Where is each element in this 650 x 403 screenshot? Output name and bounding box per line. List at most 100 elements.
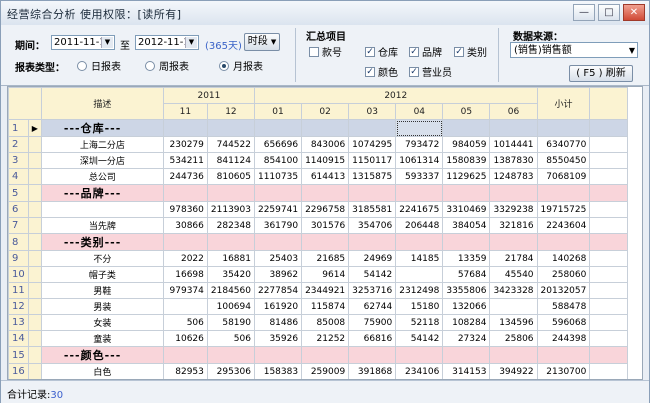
chevron-down-icon[interactable]: ▼ xyxy=(629,43,635,58)
table-cell[interactable]: 16881 xyxy=(206,250,255,267)
row-total[interactable]: 6340770 xyxy=(536,136,591,153)
table-cell[interactable]: 230279 xyxy=(162,136,208,153)
date-to-field[interactable]: 2012-11-10 ▼ xyxy=(135,35,199,50)
row-description[interactable]: 帽子类 xyxy=(40,266,164,283)
checkbox-category-box[interactable]: ✓ xyxy=(454,46,464,57)
table-row[interactable]: 11 男鞋 979374 2184560 2277854 2344921 3253716 23… xyxy=(8,282,629,299)
table-cell[interactable]: 506 xyxy=(206,330,255,347)
table-cell[interactable]: 52118 xyxy=(395,314,444,331)
table-cell[interactable]: 15180 xyxy=(395,298,444,315)
table-row[interactable]: 14 童装 10626 506 35926 21252 66816 54142 27324 258… xyxy=(8,330,629,347)
maximize-button[interactable]: □ xyxy=(598,4,620,21)
table-cell[interactable] xyxy=(442,346,491,364)
table-cell[interactable]: 38962 xyxy=(253,266,303,283)
row-total[interactable]: 258060 xyxy=(536,266,591,283)
table-cell[interactable]: 62744 xyxy=(348,298,397,315)
table-cell[interactable] xyxy=(253,119,303,137)
table-cell[interactable] xyxy=(206,119,255,137)
row-description[interactable]: 女装 xyxy=(40,314,164,331)
row-description[interactable]: 上海二分店 xyxy=(40,136,164,153)
table-cell[interactable]: 3253716 xyxy=(348,282,397,299)
table-cell[interactable]: 2113903 xyxy=(206,201,255,218)
row-description[interactable]: 男装 xyxy=(40,298,164,315)
table-row[interactable]: 3 深圳一分店 534211 841124 854100 1140915 1150117 10… xyxy=(8,152,629,169)
table-cell[interactable] xyxy=(395,346,444,364)
date-from-field[interactable]: 2011-11-12 ▼ xyxy=(51,35,115,50)
table-cell[interactable]: 158383 xyxy=(253,363,303,379)
table-cell[interactable]: 3310469 xyxy=(442,201,491,218)
table-cell[interactable]: 27324 xyxy=(442,330,491,347)
checkbox-color-box[interactable]: ✓ xyxy=(365,66,375,77)
refresh-button[interactable]: ( F5 ) 刷新 xyxy=(569,65,633,82)
source-select[interactable]: (销售)销售额 ▼ xyxy=(510,42,638,58)
table-cell[interactable]: 66816 xyxy=(348,330,397,347)
table-cell[interactable]: 45540 xyxy=(489,266,538,283)
table-row[interactable]: 15 ---颜色--- xyxy=(8,346,629,364)
checkbox-warehouse-box[interactable]: ✓ xyxy=(365,46,375,57)
row-total[interactable]: 7068109 xyxy=(536,168,591,185)
table-cell[interactable]: 2022 xyxy=(162,250,208,267)
table-cell[interactable]: 656696 xyxy=(253,136,303,153)
chevron-down-icon[interactable]: ▼ xyxy=(185,37,197,48)
chevron-down-icon[interactable]: ▼ xyxy=(101,37,113,48)
table-cell[interactable]: 295306 xyxy=(206,363,255,379)
table-cell[interactable]: 57684 xyxy=(442,266,491,283)
checkbox-color[interactable]: ✓ 颜色 xyxy=(365,64,398,79)
table-cell[interactable]: 234106 xyxy=(395,363,444,379)
table-cell[interactable] xyxy=(489,298,538,315)
row-total[interactable]: 596068 xyxy=(536,314,591,331)
row-total[interactable] xyxy=(536,119,591,137)
row-total[interactable]: 588478 xyxy=(536,298,591,315)
table-cell[interactable] xyxy=(395,266,444,283)
table-cell[interactable] xyxy=(348,119,397,137)
table-cell[interactable] xyxy=(253,184,303,202)
table-cell[interactable] xyxy=(253,346,303,364)
table-cell[interactable]: 14185 xyxy=(395,250,444,267)
table-row[interactable]: 16 白色 82953 295306 158383 259009 391868 234106 3… xyxy=(8,363,629,379)
table-cell[interactable]: 25403 xyxy=(253,250,303,267)
table-cell[interactable] xyxy=(489,119,538,137)
table-cell[interactable]: 75900 xyxy=(348,314,397,331)
table-cell[interactable]: 25806 xyxy=(489,330,538,347)
checkbox-brand[interactable]: ✓ 品牌 xyxy=(409,44,442,59)
table-cell[interactable]: 115874 xyxy=(301,298,350,315)
table-cell[interactable]: 2241675 xyxy=(395,201,444,218)
table-cell[interactable] xyxy=(206,233,255,251)
checkbox-brand-box[interactable]: ✓ xyxy=(409,46,419,57)
table-row[interactable]: 10 帽子类 16698 35420 38962 9614 54142 57684 45540 2… xyxy=(8,266,629,283)
table-cell[interactable] xyxy=(206,346,255,364)
table-cell[interactable]: 1248783 xyxy=(489,168,538,185)
table-cell[interactable]: 2296758 xyxy=(301,201,350,218)
table-cell[interactable]: 3355806 xyxy=(442,282,491,299)
table-cell[interactable]: 282348 xyxy=(206,217,255,234)
table-row[interactable]: 6 978360 2113903 2259741 2296758 3185581 22416… xyxy=(8,201,629,218)
table-cell[interactable]: 10626 xyxy=(162,330,208,347)
row-description[interactable]: 总公司 xyxy=(40,168,164,185)
table-cell[interactable]: 361790 xyxy=(253,217,303,234)
table-cell[interactable]: 843006 xyxy=(301,136,350,153)
table-cell[interactable]: 391868 xyxy=(348,363,397,379)
table-cell[interactable]: 54142 xyxy=(395,330,444,347)
table-cell[interactable] xyxy=(301,346,350,364)
table-row[interactable]: 5 ---品牌--- xyxy=(8,184,629,202)
table-cell[interactable]: 2184560 xyxy=(206,282,255,299)
table-cell[interactable]: 35926 xyxy=(253,330,303,347)
row-description[interactable]: ---颜色--- xyxy=(40,346,164,364)
table-cell[interactable]: 30866 xyxy=(162,217,208,234)
table-row[interactable]: 4 总公司 244736 810605 1110735 614413 1315875 5933… xyxy=(8,168,629,185)
table-row[interactable]: 8 ---类别--- xyxy=(8,233,629,251)
row-total[interactable]: 2243604 xyxy=(536,217,591,234)
table-cell[interactable]: 534211 xyxy=(162,152,208,169)
row-description[interactable]: ---类别--- xyxy=(40,233,164,251)
row-total[interactable]: 19715725 xyxy=(536,201,591,218)
table-cell[interactable]: 2277854 xyxy=(253,282,303,299)
row-description[interactable]: 童装 xyxy=(40,330,164,347)
table-cell[interactable] xyxy=(253,233,303,251)
checkbox-salesperson[interactable]: ✓ 营业员 xyxy=(409,64,452,79)
row-description[interactable]: ---品牌--- xyxy=(40,184,164,202)
table-cell[interactable]: 100694 xyxy=(206,298,255,315)
radio-monthly-report[interactable]: 月报表 xyxy=(219,58,263,73)
row-total[interactable] xyxy=(536,184,591,202)
table-cell[interactable]: 244736 xyxy=(162,168,208,185)
table-cell[interactable]: 2259741 xyxy=(253,201,303,218)
